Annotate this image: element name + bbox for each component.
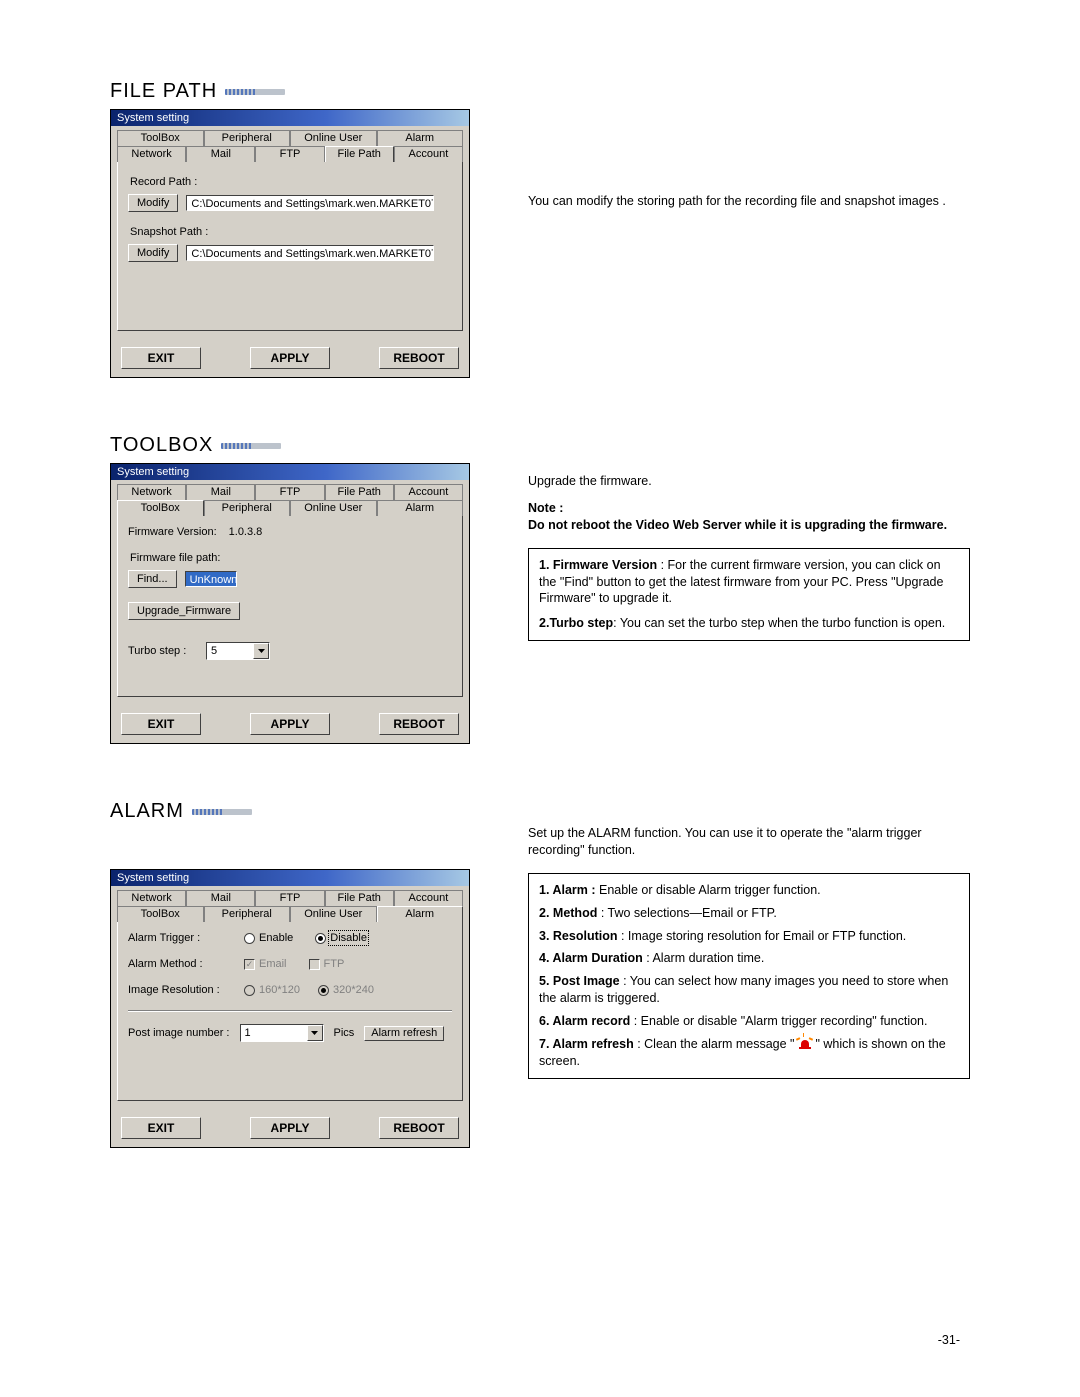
snapshot-path-input[interactable]: C:\Documents and Settings\mark.wen.MARKE… bbox=[186, 245, 434, 261]
section-filepath: FILE PATH System setting ToolBox Periphe… bbox=[110, 80, 970, 378]
modify-record-button[interactable]: Modify bbox=[128, 194, 178, 212]
image-resolution-label: Image Resolution : bbox=[128, 984, 236, 996]
chevron-down-icon bbox=[307, 1025, 323, 1041]
tab-mail[interactable]: Mail bbox=[186, 890, 255, 906]
tab-peripheral[interactable]: Peripheral bbox=[204, 500, 291, 516]
section-title: TOOLBOX bbox=[110, 434, 213, 457]
toolbox-desc: Upgrade the firmware. bbox=[528, 473, 970, 490]
tab-account[interactable]: Account bbox=[394, 890, 463, 906]
tab-toolbox[interactable]: ToolBox bbox=[117, 500, 204, 516]
note-item2-label: Turbo step bbox=[549, 616, 613, 630]
title-rule bbox=[221, 443, 281, 449]
title-rule bbox=[225, 89, 285, 95]
chevron-down-icon bbox=[253, 643, 269, 659]
turbo-step-select[interactable]: 5 bbox=[206, 642, 270, 660]
tab-peripheral[interactable]: Peripheral bbox=[204, 906, 291, 922]
record-path-label: Record Path : bbox=[130, 176, 452, 188]
post-image-select[interactable]: 1 bbox=[240, 1024, 324, 1042]
note-item1-label: Firmware Version bbox=[553, 558, 657, 572]
exit-button[interactable]: EXIT bbox=[121, 347, 201, 369]
section-title: ALARM bbox=[110, 800, 184, 823]
tab-onlineuser[interactable]: Online User bbox=[290, 906, 377, 922]
tab-account[interactable]: Account bbox=[394, 484, 463, 500]
fw-version-label: Firmware Version: bbox=[128, 526, 217, 538]
toolbox-note-box: 1. Firmware Version : For the current fi… bbox=[528, 548, 970, 642]
tab-peripheral[interactable]: Peripheral bbox=[204, 130, 291, 146]
tab-alarm[interactable]: Alarm bbox=[377, 906, 464, 922]
tab-onlineuser[interactable]: Online User bbox=[290, 130, 377, 146]
exit-button[interactable]: EXIT bbox=[121, 713, 201, 735]
note-label: Note : bbox=[528, 501, 563, 515]
apply-button[interactable]: APPLY bbox=[250, 1117, 330, 1139]
tab-network[interactable]: Network bbox=[117, 890, 186, 906]
record-path-input[interactable]: C:\Documents and Settings\mark.wen.MARKE… bbox=[186, 195, 434, 211]
snapshot-path-label: Snapshot Path : bbox=[130, 226, 452, 238]
check-ftp[interactable]: FTP bbox=[309, 958, 345, 970]
page-number: -31- bbox=[938, 1333, 960, 1347]
turbo-step-label: Turbo step : bbox=[128, 645, 198, 657]
dialog-toolbox: System setting Network Mail FTP File Pat… bbox=[110, 463, 470, 744]
alarm-trigger-label: Alarm Trigger : bbox=[128, 932, 236, 944]
tab-mail[interactable]: Mail bbox=[186, 146, 255, 162]
find-button[interactable]: Find... bbox=[128, 570, 177, 588]
fw-path-label: Firmware file path: bbox=[130, 552, 452, 564]
radio-res-160[interactable]: 160*120 bbox=[244, 984, 300, 996]
exit-button[interactable]: EXIT bbox=[121, 1117, 201, 1139]
pics-label: Pics bbox=[334, 1027, 355, 1039]
radio-disable[interactable]: Disable bbox=[315, 932, 367, 944]
note-strong: Do not reboot the Video Web Server while… bbox=[528, 518, 947, 532]
fw-version-value: 1.0.3.8 bbox=[229, 526, 263, 538]
post-image-label: Post image number : bbox=[128, 1027, 230, 1039]
turbo-step-value: 5 bbox=[207, 645, 253, 657]
reboot-button[interactable]: REBOOT bbox=[379, 347, 459, 369]
modify-snapshot-button[interactable]: Modify bbox=[128, 244, 178, 262]
alarm-intro: Set up the ALARM function. You can use i… bbox=[528, 825, 970, 859]
reboot-button[interactable]: REBOOT bbox=[379, 713, 459, 735]
upgrade-firmware-button[interactable]: Upgrade_Firmware bbox=[128, 602, 240, 620]
tab-toolbox[interactable]: ToolBox bbox=[117, 130, 204, 146]
fw-path-input[interactable]: UnKnown bbox=[185, 571, 237, 587]
radio-enable[interactable]: Enable bbox=[244, 932, 293, 944]
tab-onlineuser[interactable]: Online User bbox=[290, 500, 377, 516]
title-rule bbox=[192, 809, 252, 815]
tab-network[interactable]: Network bbox=[117, 484, 186, 500]
window-title: System setting bbox=[111, 110, 469, 126]
tab-ftp[interactable]: FTP bbox=[255, 146, 324, 162]
alarm-light-icon bbox=[798, 1036, 812, 1048]
dialog-filepath: System setting ToolBox Peripheral Online… bbox=[110, 109, 470, 378]
post-image-value: 1 bbox=[241, 1027, 307, 1039]
tab-alarm[interactable]: Alarm bbox=[377, 130, 464, 146]
tab-filepath[interactable]: File Path bbox=[325, 890, 394, 906]
check-email[interactable]: Email bbox=[244, 958, 287, 970]
tab-alarm[interactable]: Alarm bbox=[377, 500, 464, 516]
tab-account[interactable]: Account bbox=[394, 146, 463, 162]
tab-network[interactable]: Network bbox=[117, 146, 186, 162]
tab-mail[interactable]: Mail bbox=[186, 484, 255, 500]
radio-res-320[interactable]: 320*240 bbox=[318, 984, 374, 996]
section-alarm: ALARM System setting Network Mail FTP Fi… bbox=[110, 800, 970, 1148]
apply-button[interactable]: APPLY bbox=[250, 347, 330, 369]
window-title: System setting bbox=[111, 870, 469, 886]
section-toolbox: TOOLBOX System setting Network Mail FTP … bbox=[110, 434, 970, 744]
tab-filepath[interactable]: File Path bbox=[325, 484, 394, 500]
tab-ftp[interactable]: FTP bbox=[255, 484, 324, 500]
filepath-desc: You can modify the storing path for the … bbox=[528, 193, 970, 210]
window-title: System setting bbox=[111, 464, 469, 480]
note-item2-text: : You can set the turbo step when the tu… bbox=[613, 616, 945, 630]
section-title: FILE PATH bbox=[110, 80, 217, 103]
alarm-note-box: 1. Alarm : Enable or disable Alarm trigg… bbox=[528, 873, 970, 1079]
tab-toolbox[interactable]: ToolBox bbox=[117, 906, 204, 922]
reboot-button[interactable]: REBOOT bbox=[379, 1117, 459, 1139]
dialog-alarm: System setting Network Mail FTP File Pat… bbox=[110, 869, 470, 1148]
tab-ftp[interactable]: FTP bbox=[255, 890, 324, 906]
apply-button[interactable]: APPLY bbox=[250, 713, 330, 735]
tab-filepath[interactable]: File Path bbox=[325, 146, 394, 162]
alarm-refresh-button[interactable]: Alarm refresh bbox=[364, 1026, 444, 1041]
alarm-method-label: Alarm Method : bbox=[128, 958, 236, 970]
